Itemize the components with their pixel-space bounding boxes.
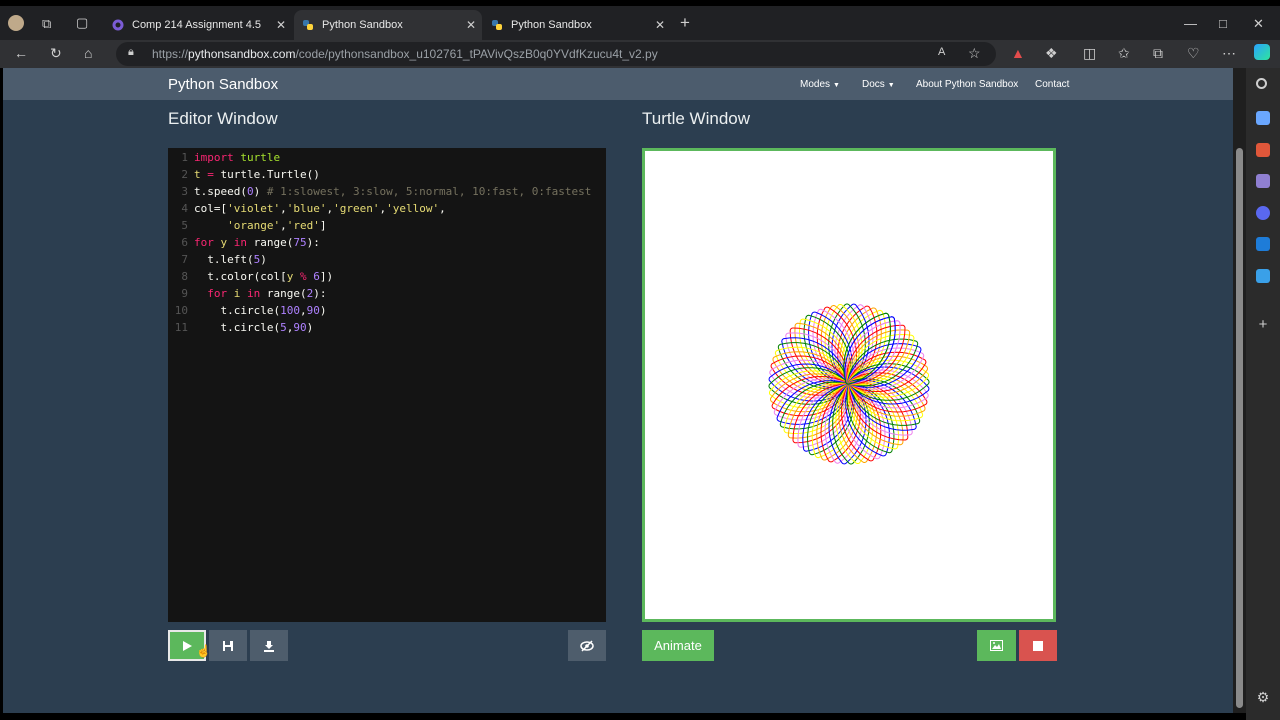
close-window-icon[interactable]: ✕ <box>1253 16 1264 32</box>
collections-icon[interactable]: ⧉ <box>1153 45 1163 62</box>
more-menu-icon[interactable]: ⋯ <box>1222 45 1236 62</box>
python-favicon-icon <box>492 20 502 30</box>
performance-icon[interactable]: ♡ <box>1187 45 1200 62</box>
download-button[interactable] <box>250 630 288 661</box>
tab-favicon-icon <box>112 19 124 31</box>
nav-modes[interactable]: Modes ▼ <box>800 79 840 90</box>
turtle-window-title: Turtle Window <box>642 109 751 128</box>
favorites-icon[interactable]: ✩ <box>1118 45 1130 62</box>
workspaces-icon[interactable]: ⧉ <box>42 16 51 32</box>
close-tab-icon[interactable]: ✕ <box>276 18 286 32</box>
site-navbar: Python Sandbox Modes ▼ Docs ▼ About Python… <box>3 68 1233 100</box>
close-tab-icon[interactable]: ✕ <box>466 18 476 32</box>
spirograph-drawing <box>768 303 930 465</box>
caret-down-icon: ▼ <box>887 82 895 89</box>
extension-red-icon[interactable]: ▲ <box>1011 45 1025 61</box>
extensions-icon[interactable]: ❖ <box>1045 45 1058 62</box>
shopping-tag-icon[interactable] <box>1256 111 1270 125</box>
profile-avatar-icon[interactable] <box>8 15 24 31</box>
eye-slash-icon <box>580 639 594 652</box>
minimize-icon[interactable]: — <box>1184 16 1197 31</box>
stop-button[interactable] <box>1019 630 1057 661</box>
floppy-icon <box>223 640 233 651</box>
settings-gear-icon[interactable]: ⚙ <box>1256 690 1270 704</box>
split-screen-icon[interactable]: ◫ <box>1083 45 1096 62</box>
read-aloud-icon[interactable]: A <box>938 46 945 58</box>
play-icon <box>183 640 192 651</box>
toggle-visibility-button[interactable] <box>568 630 606 661</box>
back-icon[interactable]: ← <box>14 45 28 61</box>
tab-comp214[interactable]: Comp 214 Assignment 4.5 ✕ <box>104 10 292 40</box>
code-editor[interactable]: 1 import turtle 2t = turtle.Turtle() 3 t.s… <box>168 148 606 622</box>
page-scrollbar[interactable] <box>1233 68 1246 713</box>
favorite-star-icon[interactable]: ☆ <box>968 45 981 62</box>
outlook-icon[interactable] <box>1256 237 1270 251</box>
search-icon[interactable] <box>1256 78 1267 89</box>
address-toolbar: ← ↻ ⌂ 🔒︎ https://pythonsandbox.com/code/… <box>0 40 1280 68</box>
mouse-cursor-icon: ☝ <box>196 644 211 658</box>
maximize-icon[interactable]: □ <box>1219 16 1227 31</box>
tools-icon[interactable] <box>1256 143 1270 157</box>
scrollbar-thumb[interactable] <box>1236 148 1243 708</box>
lock-icon[interactable]: 🔒︎ <box>128 46 134 59</box>
url-text: https://pythonsandbox.com/code/pythonsan… <box>152 47 658 61</box>
nav-about[interactable]: About Python Sandbox <box>916 79 1018 90</box>
edge-sidebar: + ⚙ <box>1246 68 1280 720</box>
save-button[interactable] <box>209 630 247 661</box>
editor-window-title: Editor Window <box>168 109 278 128</box>
tab-label: Comp 214 Assignment 4.5 <box>132 19 262 31</box>
image-icon <box>990 640 1003 651</box>
new-tab-button[interactable]: + <box>680 13 690 33</box>
caret-down-icon: ▼ <box>833 82 840 89</box>
refresh-icon[interactable]: ↻ <box>50 45 62 62</box>
animate-button[interactable]: Animate <box>642 630 714 661</box>
close-tab-icon[interactable]: ✕ <box>655 18 665 32</box>
tab-python-sandbox[interactable]: Python Sandbox ✕ <box>483 10 671 40</box>
stop-icon <box>1033 640 1043 651</box>
send-icon[interactable] <box>1256 269 1270 283</box>
browser-tab-bar: ⧉ ▢ Comp 214 Assignment 4.5 ✕ Python San… <box>0 6 1280 40</box>
tab-label: Python Sandbox <box>511 19 592 31</box>
games-icon[interactable] <box>1256 174 1270 188</box>
turtle-canvas[interactable] <box>642 148 1056 622</box>
tab-actions-icon[interactable]: ▢ <box>76 15 88 31</box>
python-favicon-icon <box>303 20 313 30</box>
save-image-button[interactable] <box>977 630 1016 661</box>
url-bar[interactable]: 🔒︎ https://pythonsandbox.com/code/python… <box>116 42 996 66</box>
add-icon[interactable]: + <box>1256 317 1270 332</box>
home-icon[interactable]: ⌂ <box>84 45 92 61</box>
copilot-icon[interactable] <box>1254 44 1270 60</box>
download-icon <box>264 640 274 652</box>
tab-python-sandbox-active[interactable]: Python Sandbox ✕ <box>294 10 482 40</box>
tab-label: Python Sandbox <box>322 19 403 31</box>
nav-docs[interactable]: Docs ▼ <box>862 79 895 90</box>
python-sandbox-page: Python Sandbox Modes ▼ Docs ▼ About Python… <box>3 68 1233 713</box>
site-brand[interactable]: Python Sandbox <box>168 76 278 93</box>
copilot-sidebar-icon[interactable] <box>1256 206 1270 220</box>
nav-contact[interactable]: Contact <box>1035 79 1069 90</box>
